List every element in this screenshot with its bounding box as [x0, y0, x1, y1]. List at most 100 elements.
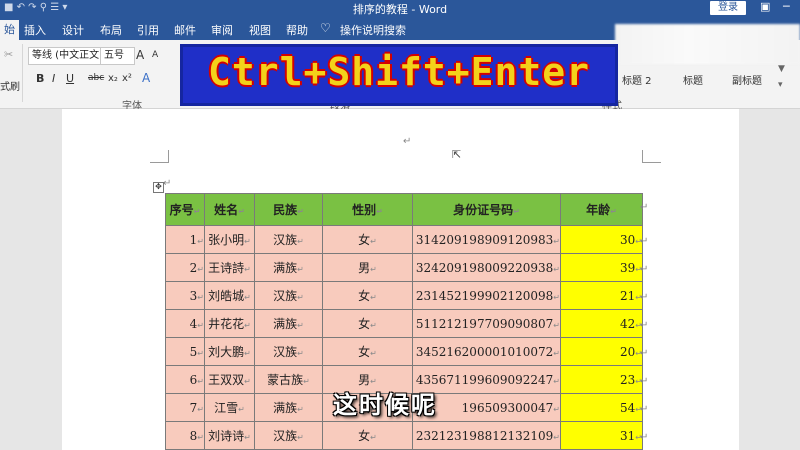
title-bar: ■ ↶ ↷ ⚲ ☰ ▾ 排序的教程 - Word 登录 ▣ ─ [0, 0, 800, 18]
strikethrough-button[interactable]: abc [88, 73, 104, 83]
banner-text: Ctrl+Shift+Enter [207, 50, 591, 94]
gender-cell[interactable]: 女↵ [322, 421, 413, 450]
tab-review[interactable]: 审阅 [211, 22, 233, 38]
age-cell[interactable]: 54↵ [560, 393, 643, 422]
tab-view[interactable]: 视图 [249, 22, 271, 38]
id-number-cell[interactable]: 511212197709090807↵ [412, 309, 561, 338]
table-header-row: 序号↵ 姓名↵ 民族↵ 性别↵ 身份证号码↵ 年龄↵ [165, 193, 643, 226]
age-cell[interactable]: 23↵ [560, 365, 643, 394]
tab-help[interactable]: 帮助 [286, 22, 308, 38]
subscript-button[interactable]: x₂ [108, 73, 118, 84]
blurred-region [615, 24, 800, 64]
superscript-button[interactable]: x² [122, 73, 132, 84]
header-cell[interactable]: 姓名↵ [204, 193, 255, 226]
underline-button[interactable]: U [66, 72, 74, 85]
header-cell[interactable]: 身份证号码↵ [412, 193, 561, 226]
name-cell[interactable]: 井花花↵ [204, 309, 255, 338]
age-cell[interactable]: 30↵ [560, 225, 643, 254]
row-end-mark: ↵ [640, 432, 649, 443]
id-number-cell[interactable]: 345216200001010072↵ [412, 337, 561, 366]
shrink-font-icon[interactable]: A [152, 50, 158, 60]
tab-insert[interactable]: 插入 [24, 22, 46, 38]
bold-button[interactable]: B [36, 72, 44, 85]
name-cell[interactable]: 刘皓城↵ [204, 281, 255, 310]
id-number-cell[interactable]: 314209198909120983↵ [412, 225, 561, 254]
format-painter-label[interactable]: 式刷 [0, 78, 20, 93]
id-number-cell[interactable]: 324209198009220938↵ [412, 253, 561, 282]
ethnicity-cell[interactable]: 汉族↵ [254, 281, 323, 310]
grow-font-icon[interactable]: A [136, 48, 144, 62]
age-cell[interactable]: 21↵ [560, 281, 643, 310]
font-name-dropdown[interactable]: 等线 (中文正文 [28, 47, 101, 65]
cut-icon[interactable]: ✂ [4, 48, 13, 61]
row-number-cell[interactable]: 3↵ [165, 281, 205, 310]
row-number-cell[interactable]: 5↵ [165, 337, 205, 366]
style-title[interactable]: 标题 [683, 72, 703, 87]
font-size-dropdown[interactable]: 五号 [100, 47, 135, 65]
header-cell[interactable]: 性别↵ [322, 193, 413, 226]
gender-cell[interactable]: 女↵ [322, 281, 413, 310]
row-end-mark: ↵ [640, 320, 649, 331]
name-cell[interactable]: 王双双↵ [204, 365, 255, 394]
age-cell[interactable]: 20↵ [560, 337, 643, 366]
gender-cell[interactable]: 女↵ [322, 337, 413, 366]
ethnicity-cell[interactable]: 汉族↵ [254, 337, 323, 366]
tell-me-search[interactable]: 操作说明搜索 [340, 22, 406, 38]
margin-corner-top-left [150, 150, 169, 163]
age-cell[interactable]: 39↵ [560, 253, 643, 282]
styles-scroll-down-icon[interactable]: ▼ [778, 64, 785, 74]
margin-corner-top-right [642, 150, 661, 163]
style-heading-2[interactable]: 标题 2 [622, 72, 652, 87]
ethnicity-cell[interactable]: 满族↵ [254, 253, 323, 282]
ethnicity-cell[interactable]: 汉族↵ [254, 421, 323, 450]
gender-cell[interactable]: 女↵ [322, 309, 413, 338]
style-subtitle[interactable]: 副标题 [732, 72, 762, 87]
row-end-mark: ↵ [640, 376, 649, 387]
name-cell[interactable]: 刘大鹏↵ [204, 337, 255, 366]
header-cell[interactable]: 序号↵ [165, 193, 205, 226]
login-button[interactable]: 登录 [710, 1, 746, 15]
ribbon-display-icon[interactable]: ▣ [760, 0, 770, 13]
window-title: 排序的教程 - Word [352, 3, 448, 16]
row-number-cell[interactable]: 8↵ [165, 421, 205, 450]
ethnicity-cell[interactable]: 满族↵ [254, 393, 323, 422]
gender-cell[interactable]: 男↵ [322, 253, 413, 282]
row-number-cell[interactable]: 7↵ [165, 393, 205, 422]
tab-layout[interactable]: 布局 [100, 22, 122, 38]
header-cell[interactable]: 民族↵ [254, 193, 323, 226]
age-cell[interactable]: 42↵ [560, 309, 643, 338]
table-row: 2↵ 王诗詩↵ 满族↵ 男↵ 324209198009220938↵ 39↵ [165, 253, 643, 282]
minimize-button[interactable]: ─ [783, 0, 790, 13]
paragraph-mark: ↵ [403, 136, 412, 147]
mouse-cursor-icon: ⇱ [452, 148, 462, 161]
tab-references[interactable]: 引用 [137, 22, 159, 38]
table-row: 8↵ 刘诗诗↵ 汉族↵ 女↵ 232123198812132109↵ 31↵ [165, 421, 643, 450]
name-cell[interactable]: 张小明↵ [204, 225, 255, 254]
id-number-cell[interactable]: 231452199902120098↵ [412, 281, 561, 310]
name-cell[interactable]: 江雪↵ [204, 393, 255, 422]
text-effects-icon[interactable]: A [142, 71, 150, 85]
styles-more-icon[interactable]: ▾ [778, 80, 783, 90]
tab-mailings[interactable]: 邮件 [174, 22, 196, 38]
italic-button[interactable]: I [52, 72, 55, 85]
ethnicity-cell[interactable]: 汉族↵ [254, 225, 323, 254]
table-move-handle-icon[interactable]: ✥ [153, 182, 164, 193]
row-end-mark: ↵ [640, 236, 649, 247]
row-number-cell[interactable]: 4↵ [165, 309, 205, 338]
row-number-cell[interactable]: 2↵ [165, 253, 205, 282]
name-cell[interactable]: 王诗詩↵ [204, 253, 255, 282]
row-end-mark: ↵ [640, 202, 649, 213]
name-cell[interactable]: 刘诗诗↵ [204, 421, 255, 450]
row-number-cell[interactable]: 1↵ [165, 225, 205, 254]
ethnicity-cell[interactable]: 蒙古族↵ [254, 365, 323, 394]
age-cell[interactable]: 31↵ [560, 421, 643, 450]
row-number-cell[interactable]: 6↵ [165, 365, 205, 394]
gender-cell[interactable]: 女↵ [322, 225, 413, 254]
ethnicity-cell[interactable]: 满族↵ [254, 309, 323, 338]
tab-design[interactable]: 设计 [62, 22, 84, 38]
id-number-cell[interactable]: 232123198812132109↵ [412, 421, 561, 450]
tab-home[interactable]: 始 [0, 20, 19, 40]
lightbulb-icon: ♡ [320, 21, 331, 35]
header-cell[interactable]: 年龄↵ [560, 193, 643, 226]
divider [22, 44, 23, 102]
